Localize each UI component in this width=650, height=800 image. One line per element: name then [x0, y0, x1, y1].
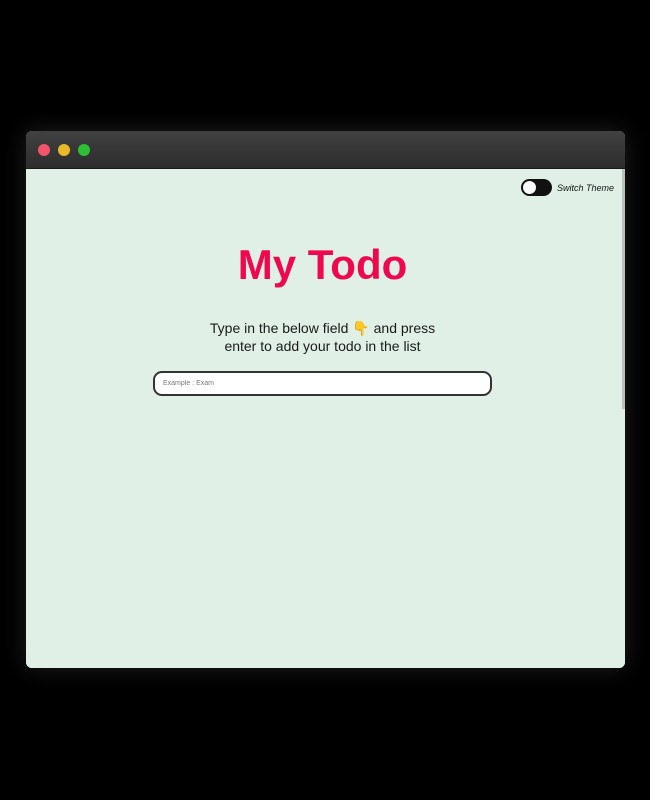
minimize-dot-icon[interactable]: [58, 144, 70, 156]
page-title: My Todo: [237, 241, 408, 288]
todo-page: Switch Theme My Todo Type in the below f…: [26, 169, 625, 668]
instructions: Type in the below field 👇 and press ente…: [26, 319, 619, 355]
browser-window: Switch Theme My Todo Type in the below f…: [26, 131, 625, 668]
theme-switch[interactable]: Switch Theme: [521, 179, 614, 196]
todo-input[interactable]: [153, 371, 492, 396]
toggle-knob: [523, 181, 536, 194]
scrollbar[interactable]: [622, 169, 625, 409]
instruction-text-after-icon: and press: [369, 320, 436, 336]
instruction-text-before-icon: Type in the below field: [209, 320, 353, 336]
maximize-dot-icon[interactable]: [78, 144, 90, 156]
pointing-down-hand-icon: 👇: [352, 320, 370, 336]
theme-toggle[interactable]: [521, 179, 552, 196]
theme-switch-label: Switch Theme: [557, 182, 615, 193]
window-titlebar: [26, 131, 625, 169]
instruction-line-2: enter to add your todo in the list: [224, 338, 421, 354]
close-dot-icon[interactable]: [38, 144, 50, 156]
instruction-line-1: Type in the below field 👇 and press: [26, 319, 619, 337]
